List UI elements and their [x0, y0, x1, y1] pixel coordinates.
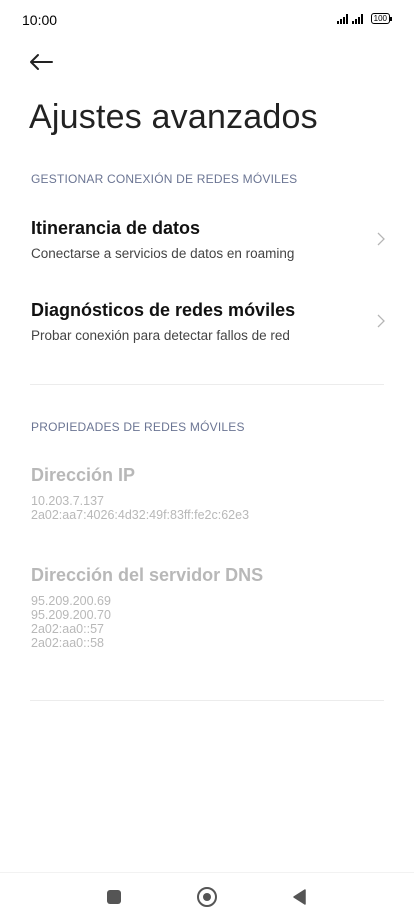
- section-header-properties: PROPIEDADES DE REDES MÓVILES: [31, 420, 245, 434]
- status-time: 10:00: [22, 12, 58, 28]
- back-arrow-icon[interactable]: [27, 50, 55, 74]
- data-roaming-item[interactable]: Itinerancia de datos Conectarse a servic…: [0, 218, 414, 288]
- status-bar: 10:00 100: [0, 0, 414, 40]
- status-icons: 100: [336, 13, 393, 24]
- data-roaming-subtitle: Conectarse a servicios de datos en roami…: [31, 246, 295, 261]
- home-button[interactable]: [197, 887, 217, 907]
- dns-server-title: Dirección del servidor DNS: [31, 565, 264, 585]
- dns-server-value: 2a02:aa0::57: [31, 622, 104, 636]
- battery-icon: 100: [370, 13, 393, 24]
- ip-address-title: Dirección IP: [31, 465, 136, 485]
- dns-server-block: Dirección del servidor DNS 95.209.200.69…: [31, 565, 263, 650]
- section-divider: [30, 700, 384, 701]
- network-diagnostics-subtitle: Probar conexión para detectar fallos de …: [31, 328, 290, 343]
- dns-server-values: 95.209.200.69 95.209.200.70 2a02:aa0::57…: [31, 594, 263, 650]
- section-header-manage: GESTIONAR CONEXIÓN DE REDES MÓVILES: [31, 172, 298, 186]
- battery-level: 100: [373, 14, 387, 23]
- ip-address-block: Dirección IP 10.203.7.137 2a02:aa7:4026:…: [31, 465, 249, 522]
- section-divider: [30, 384, 384, 385]
- page-title: Ajustes avanzados: [29, 98, 318, 136]
- navigation-bar: [0, 872, 414, 920]
- ip-address-value: 2a02:aa7:4026:4d32:49f:83ff:fe2c:62e3: [31, 508, 250, 522]
- dns-server-value: 95.209.200.69: [31, 594, 111, 608]
- signal-icon: [336, 13, 348, 24]
- chevron-right-icon: [377, 232, 385, 246]
- dns-server-value: 95.209.200.70: [31, 608, 111, 622]
- recent-apps-button[interactable]: [107, 890, 121, 904]
- network-diagnostics-title: Diagnósticos de redes móviles: [31, 300, 296, 320]
- signal-icon-2: [351, 13, 363, 24]
- chevron-right-icon: [377, 314, 385, 328]
- network-diagnostics-item[interactable]: Diagnósticos de redes móviles Probar con…: [0, 300, 414, 370]
- data-roaming-title: Itinerancia de datos: [31, 218, 201, 238]
- back-button[interactable]: [291, 888, 307, 906]
- ip-address-values: 10.203.7.137 2a02:aa7:4026:4d32:49f:83ff…: [31, 494, 249, 522]
- ip-address-value: 10.203.7.137: [31, 494, 104, 508]
- dns-server-value: 2a02:aa0::58: [31, 636, 104, 650]
